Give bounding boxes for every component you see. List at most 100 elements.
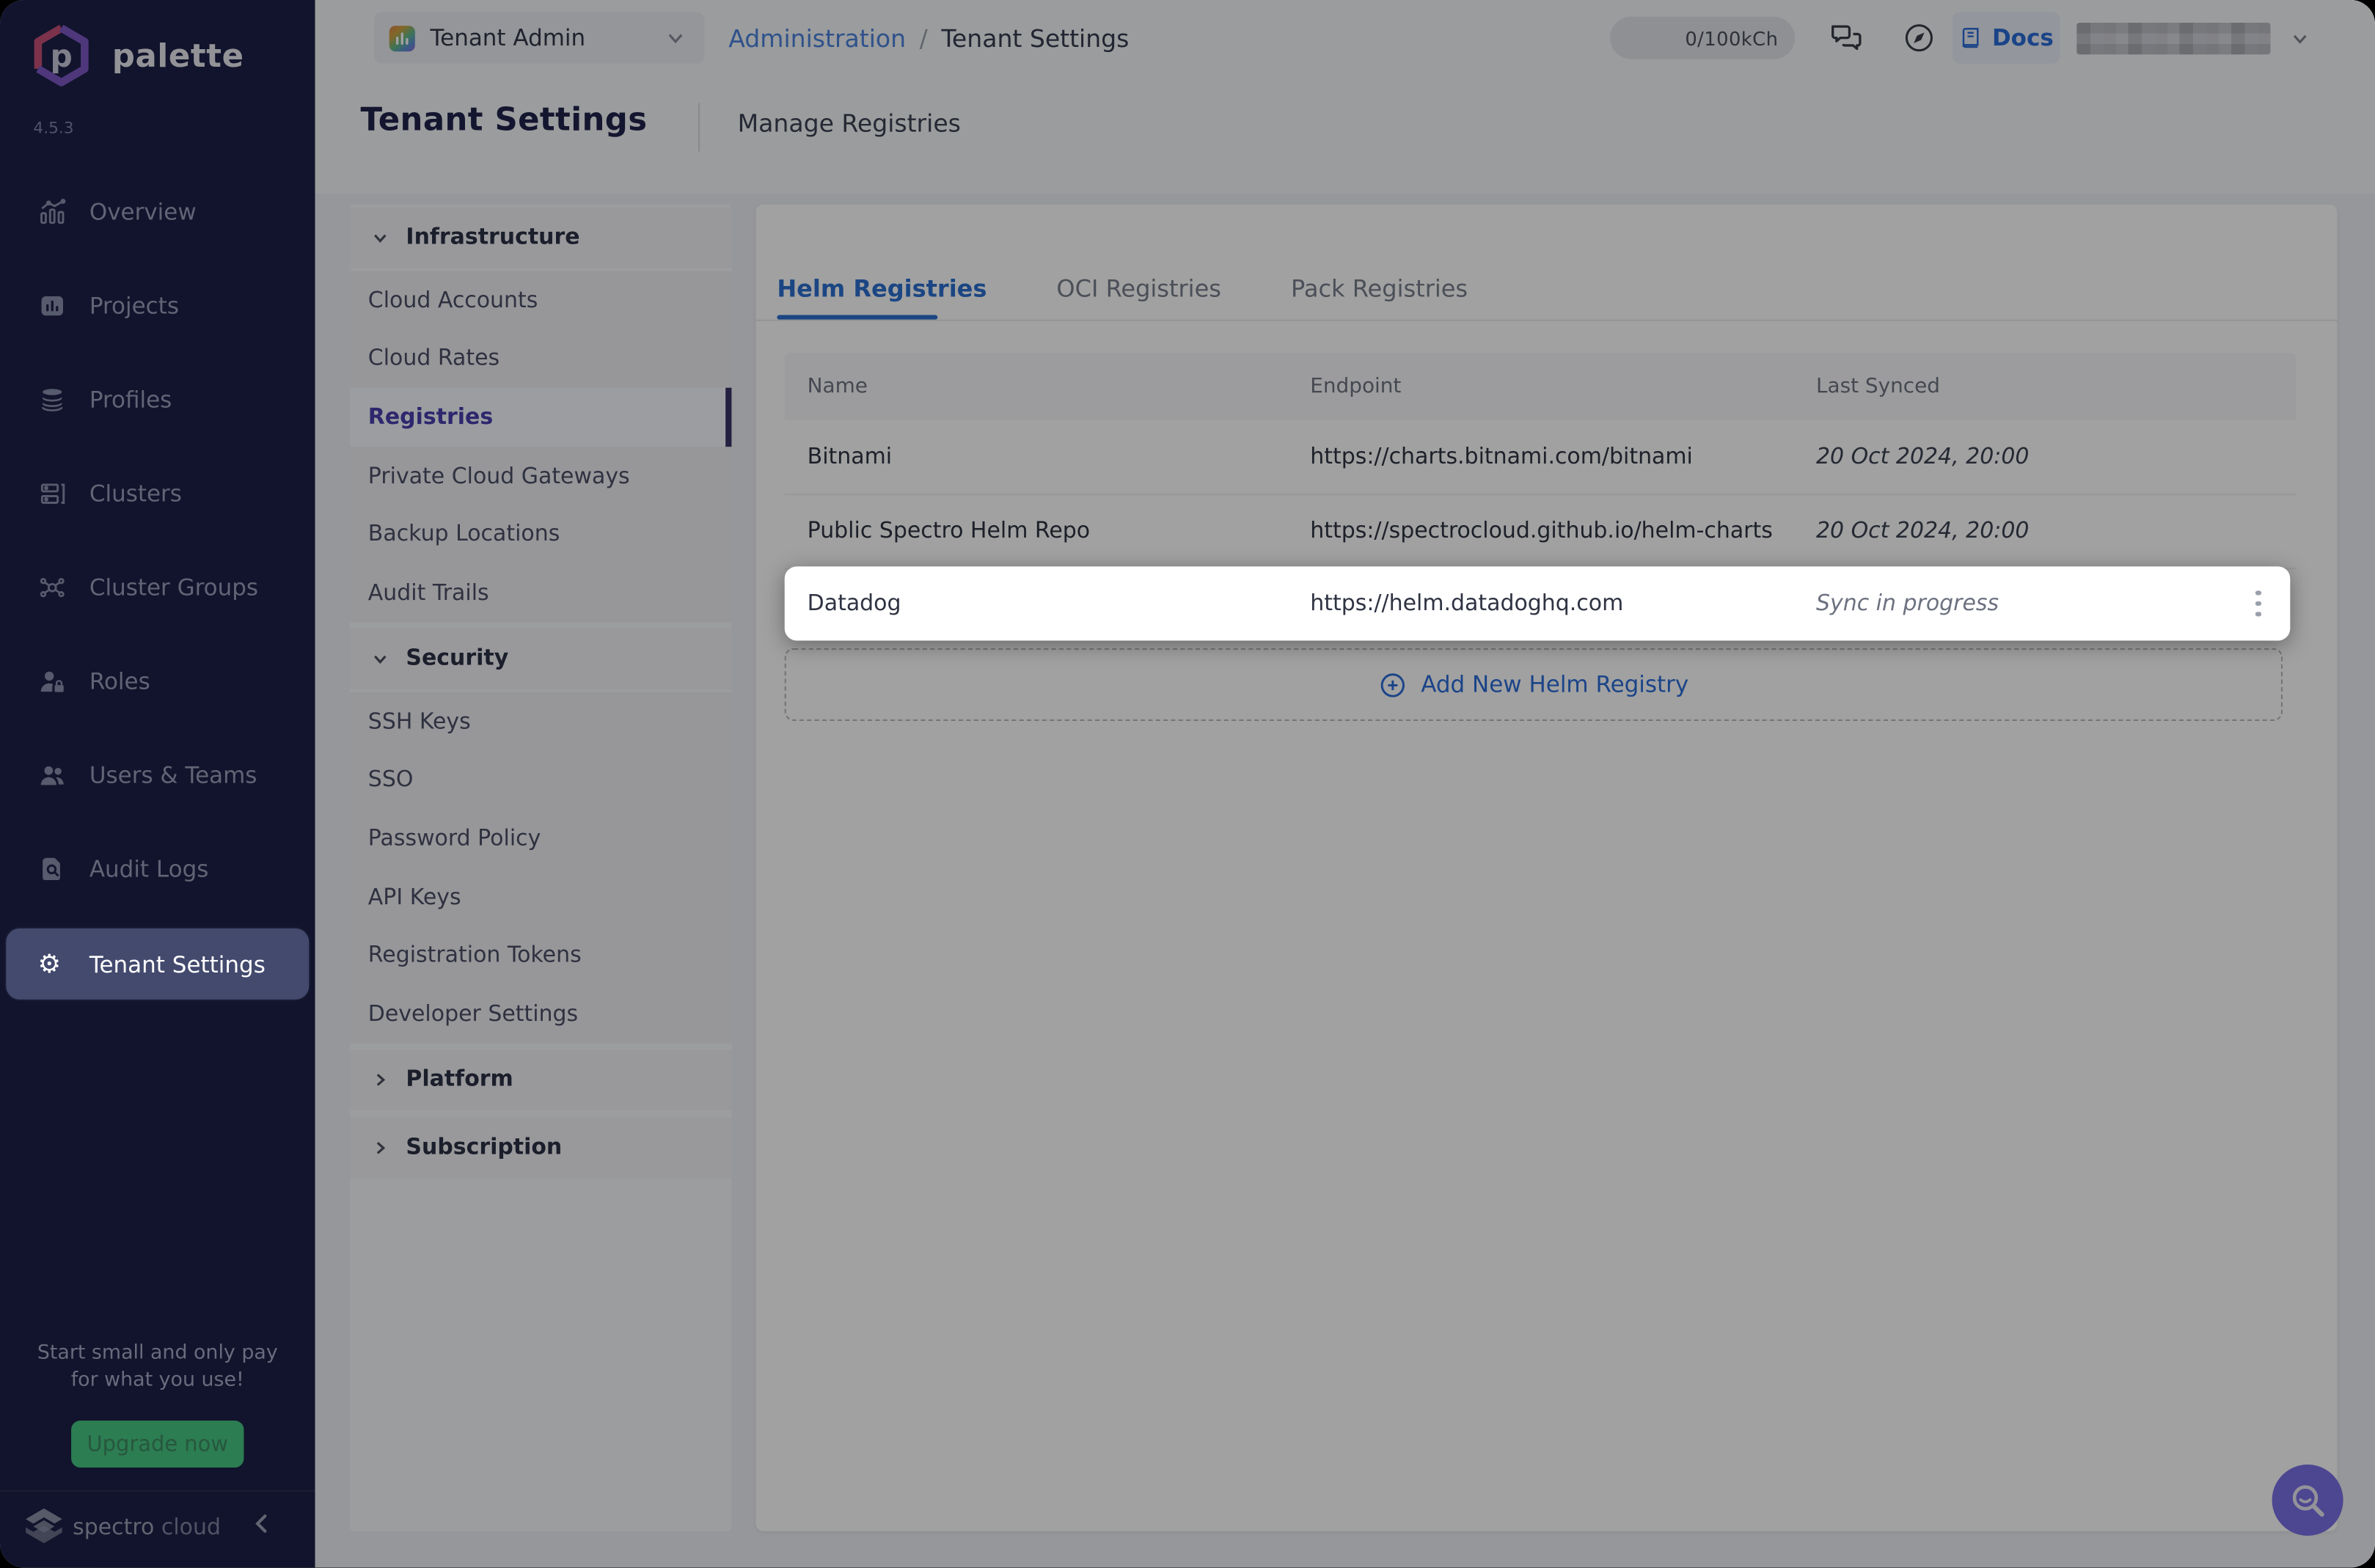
- compass-icon[interactable]: [1903, 21, 1939, 58]
- sidebar-item-overview[interactable]: Overview: [0, 179, 315, 246]
- footer-brand: spectro cloud: [73, 1516, 221, 1540]
- nav-item-cloud-rates[interactable]: Cloud Rates: [350, 330, 731, 389]
- section-security[interactable]: Security: [350, 629, 731, 689]
- registry-name: Bitnami: [808, 444, 892, 469]
- registries-card: Helm Registries OCI Registries Pack Regi…: [755, 205, 2337, 1531]
- breadcrumb-current: Tenant Settings: [941, 23, 1129, 52]
- analytics-icon: [38, 197, 67, 226]
- gear-icon: ⚙: [38, 949, 61, 979]
- tab-oci-registries[interactable]: OCI Registries: [1056, 276, 1221, 303]
- tab-pack-registries[interactable]: Pack Registries: [1291, 276, 1468, 303]
- promo-line-1: Start small and only pay: [0, 1342, 315, 1365]
- nav-item-label: Audit Trails: [368, 582, 489, 606]
- page-header: Tenant Settings Manage Registries: [315, 76, 2375, 195]
- sidebar-divider: [0, 1490, 315, 1492]
- promo-line-2: for what you use!: [0, 1369, 315, 1392]
- sidebar-item-label: Overview: [89, 199, 197, 226]
- sidebar-item-label: Roles: [89, 668, 150, 695]
- add-new-helm-registry-button[interactable]: Add New Helm Registry: [785, 648, 2283, 721]
- nav-item-backup-locations[interactable]: Backup Locations: [350, 505, 731, 565]
- nav-item-label: Registries: [368, 406, 493, 430]
- chat-icon[interactable]: [1829, 20, 1865, 56]
- sidebar-item-cluster-groups[interactable]: Cluster Groups: [0, 554, 315, 621]
- nav-item-audit-trails[interactable]: Audit Trails: [350, 564, 731, 623]
- screen: p palette 4.5.3 Overview Projects: [0, 0, 2375, 1567]
- upgrade-now-button[interactable]: Upgrade now: [71, 1421, 244, 1468]
- page-subtitle: Manage Registries: [738, 109, 961, 138]
- sidebar-item-users-teams[interactable]: Users & Teams: [0, 742, 315, 809]
- svg-text:p: p: [50, 38, 72, 74]
- sidebar-item-profiles[interactable]: Profiles: [0, 367, 315, 433]
- user-menu[interactable]: [2076, 0, 2310, 76]
- page-title: Tenant Settings: [360, 101, 647, 138]
- section-label: Subscription: [406, 1136, 562, 1160]
- section-label: Platform: [406, 1068, 513, 1092]
- search-fab-button[interactable]: [2272, 1465, 2343, 1536]
- nav-item-label: SSO: [368, 768, 414, 792]
- sidebar-item-tenant-settings[interactable]: ⚙ Tenant Settings: [6, 928, 309, 1000]
- sidebar-item-label: Projects: [89, 293, 179, 320]
- sidebar-item-audit-logs[interactable]: Audit Logs: [0, 836, 315, 903]
- nav-item-label: SSH Keys: [368, 709, 471, 733]
- nav-item-label: Cloud Accounts: [368, 288, 538, 312]
- sidebar-item-roles[interactable]: Roles: [0, 648, 315, 715]
- registry-name: Datadog: [808, 591, 901, 615]
- nav-item-private-cloud-gateways[interactable]: Private Cloud Gateways: [350, 447, 731, 506]
- registry-endpoint: https://charts.bitnami.com/bitnami: [1310, 444, 1693, 469]
- usage-meter: 0/100kCh: [1610, 17, 1795, 59]
- sidebar-collapse-chevron-icon[interactable]: [252, 1512, 273, 1536]
- usage-value: 0/100kCh: [1685, 26, 1778, 49]
- nav-item-label: Private Cloud Gateways: [368, 464, 630, 488]
- docs-button[interactable]: Docs: [1953, 12, 2060, 64]
- nav-item-cloud-accounts[interactable]: Cloud Accounts: [350, 271, 731, 331]
- palette-hexagon-logo-icon: p: [30, 24, 92, 87]
- nav-item-label: Developer Settings: [368, 1003, 578, 1027]
- nav-item-registration-tokens[interactable]: Registration Tokens: [350, 926, 731, 986]
- nav-item-label: Registration Tokens: [368, 944, 582, 968]
- nav-item-registries[interactable]: Registries: [350, 388, 731, 447]
- sidebar-item-label: Clusters: [89, 480, 182, 508]
- nav-item-ssh-keys[interactable]: SSH Keys: [350, 692, 731, 752]
- section-label: Infrastructure: [406, 226, 579, 250]
- selected-indicator: [725, 388, 731, 447]
- brand-name: palette: [112, 37, 244, 74]
- tab-divider: [755, 320, 2337, 321]
- breadcrumb: Administration / Tenant Settings: [728, 0, 1129, 76]
- user-lock-icon: [38, 667, 67, 696]
- title-divider: [698, 103, 700, 151]
- table-header: Name Endpoint Last Synced: [785, 353, 2297, 420]
- column-header-last-synced: Last Synced: [1816, 374, 1940, 398]
- sidebar-item-clusters[interactable]: Clusters: [0, 461, 315, 527]
- registry-last-synced: 20 Oct 2024, 20:00: [1816, 519, 2029, 543]
- server-rack-icon: [38, 480, 67, 508]
- project-selector[interactable]: Tenant Admin: [374, 12, 704, 64]
- nav-item-sso[interactable]: SSO: [350, 751, 731, 810]
- registry-sync-status: Sync in progress: [1816, 591, 1999, 615]
- registry-endpoint: https://spectrocloud.github.io/helm-char…: [1310, 519, 1773, 543]
- book-icon: [1959, 26, 1983, 50]
- users-icon: [38, 761, 67, 790]
- nav-item-label: Backup Locations: [368, 523, 560, 547]
- column-header-endpoint: Endpoint: [1310, 374, 1401, 398]
- chevron-right-icon: [371, 1071, 389, 1089]
- section-infrastructure[interactable]: Infrastructure: [350, 208, 731, 268]
- breadcrumb-administration-link[interactable]: Administration: [728, 23, 906, 52]
- sidebar-item-projects[interactable]: Projects: [0, 273, 315, 340]
- nav-item-label: Cloud Rates: [368, 347, 499, 371]
- project-selector-label: Tenant Admin: [430, 24, 585, 51]
- nav-item-password-policy[interactable]: Password Policy: [350, 810, 731, 869]
- spectro-cloud-logo-icon: [23, 1507, 65, 1545]
- footer-brand-secondary: cloud: [161, 1516, 221, 1540]
- tab-helm-registries[interactable]: Helm Registries: [777, 276, 987, 303]
- nav-item-api-keys[interactable]: API Keys: [350, 868, 731, 927]
- nav-item-developer-settings[interactable]: Developer Settings: [350, 985, 731, 1044]
- row-actions-kebab-icon[interactable]: [2244, 585, 2272, 622]
- sidebar: p palette 4.5.3 Overview Projects: [0, 0, 315, 1567]
- chevron-down-icon: [371, 229, 389, 247]
- section-subscription[interactable]: Subscription: [350, 1118, 731, 1179]
- add-new-helm-registry-label: Add New Helm Registry: [1421, 671, 1688, 698]
- brand-logo: p palette: [30, 24, 244, 87]
- table-row-datadog-highlighted[interactable]: Datadog https://helm.datadoghq.com Sync …: [785, 566, 2291, 640]
- section-platform[interactable]: Platform: [350, 1049, 731, 1110]
- registry-endpoint: https://helm.datadoghq.com: [1310, 591, 1623, 615]
